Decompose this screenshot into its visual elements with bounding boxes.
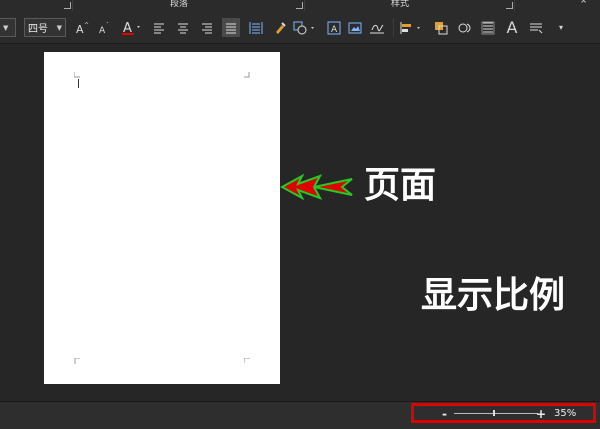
svg-text:ˇ: ˇ xyxy=(106,22,109,29)
zoom-slider-track[interactable] xyxy=(454,413,538,414)
zoom-in-button[interactable]: + xyxy=(536,408,546,420)
group-separator xyxy=(514,0,515,11)
group-label-styles: 样式 xyxy=(391,0,410,9)
text-cursor xyxy=(78,79,79,88)
zoom-out-button[interactable]: - xyxy=(442,408,447,420)
page-margin-corner-icon xyxy=(244,358,250,363)
page-margin-corner-icon xyxy=(244,72,250,78)
picture-icon[interactable] xyxy=(346,18,364,37)
text-box-icon[interactable]: A xyxy=(325,18,343,37)
font-size-value: 四号 xyxy=(28,24,48,35)
grow-font-icon[interactable]: A ^ xyxy=(73,18,91,37)
more-options-chevron-icon[interactable]: ▾ xyxy=(552,18,570,37)
selection-pane-icon[interactable] xyxy=(479,18,497,37)
zoom-percent[interactable]: 35% xyxy=(554,408,576,419)
align-right-icon[interactable] xyxy=(198,18,216,37)
document-canvas[interactable]: 页面 显示比例 xyxy=(0,45,600,401)
svg-text:A: A xyxy=(331,25,338,35)
page-margin-corner-icon xyxy=(74,358,80,364)
align-center-icon[interactable] xyxy=(174,18,192,37)
signature-line-icon[interactable] xyxy=(368,18,386,37)
svg-text:A: A xyxy=(76,23,84,34)
zoom-control-highlight: - + 35% xyxy=(411,403,596,423)
group-separator xyxy=(304,0,305,11)
group-separator xyxy=(72,0,73,11)
annotation-page-label: 页面 xyxy=(364,165,437,206)
distributed-align-icon[interactable] xyxy=(247,18,265,37)
chevron-down-icon: ▼ xyxy=(56,23,62,32)
annotation-arrow-icon xyxy=(280,173,353,201)
align-left-icon[interactable] xyxy=(150,18,168,37)
svg-text:^: ^ xyxy=(84,22,89,29)
bring-forward-icon[interactable] xyxy=(432,18,450,37)
paragraph-dialog-launcher-icon[interactable] xyxy=(296,2,303,9)
ribbon-group-strip: 段落 样式 ⌃ xyxy=(0,0,600,11)
chevron-down-icon: ▼ xyxy=(3,23,9,32)
shrink-font-icon[interactable]: Aˇ xyxy=(96,18,114,37)
font-size-dropdown[interactable]: 四号 ▼ xyxy=(24,18,66,37)
page-margin-corner-icon xyxy=(74,72,80,78)
paragraph-style-icon[interactable] xyxy=(527,18,545,37)
text-style-icon[interactable]: A xyxy=(503,18,521,37)
zoom-slider-thumb[interactable] xyxy=(493,410,495,416)
ribbon-toolbar: ▼ 四号 ▼ A ^ Aˇ A A A ▾ xyxy=(0,11,600,44)
document-page[interactable] xyxy=(44,52,280,384)
toolbar-separator xyxy=(393,18,394,37)
justify-icon[interactable] xyxy=(222,18,240,37)
font-name-dropdown[interactable]: ▼ xyxy=(0,18,16,37)
annotation-zoom-label: 显示比例 xyxy=(421,275,566,316)
svg-text:A: A xyxy=(99,26,106,34)
font-color-button[interactable]: A xyxy=(120,18,144,37)
align-objects-button[interactable] xyxy=(398,18,426,37)
format-painter-icon[interactable] xyxy=(271,18,289,37)
wrap-text-icon[interactable] xyxy=(455,18,473,37)
collapse-ribbon-icon[interactable]: ⌃ xyxy=(579,0,588,11)
font-dialog-launcher-icon[interactable] xyxy=(64,2,71,9)
shapes-button[interactable] xyxy=(292,18,318,37)
group-label-paragraph: 段落 xyxy=(170,0,189,9)
styles-dialog-launcher-icon[interactable] xyxy=(506,2,513,9)
